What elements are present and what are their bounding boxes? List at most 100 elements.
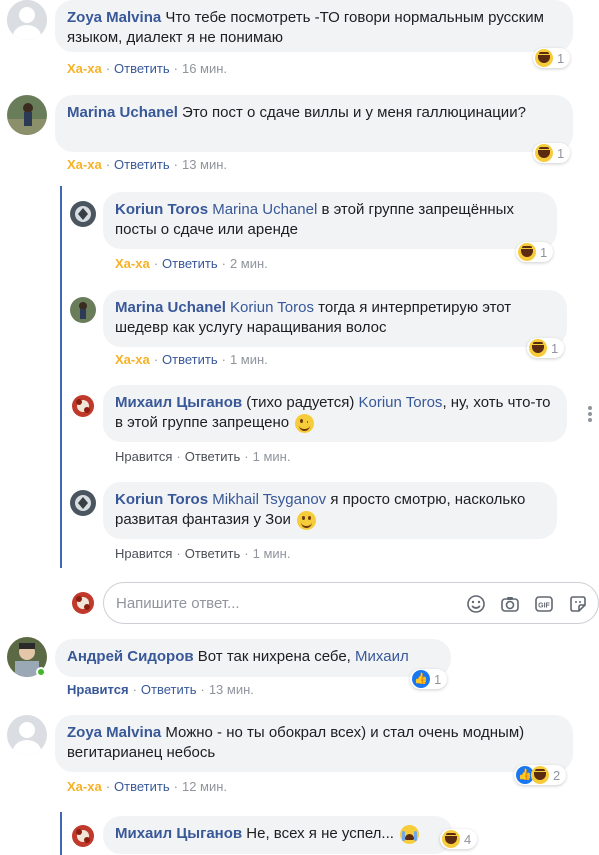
reply-link[interactable]: Ответить bbox=[162, 352, 218, 367]
comment-actions: Нравится · Ответить · 1 мин. bbox=[115, 546, 291, 561]
like-link[interactable]: Нравится bbox=[67, 682, 129, 697]
comment-bubble: Koriun Toros Mikhail Tsyganov я просто с… bbox=[103, 482, 557, 539]
comment-actions: Ха-ха · Ответить · 16 мин. bbox=[67, 61, 228, 76]
reply-link[interactable]: Ответить bbox=[185, 546, 241, 561]
comment-author[interactable]: Zoya Malvina bbox=[67, 9, 161, 26]
more-options-icon[interactable] bbox=[585, 405, 595, 423]
comment-author[interactable]: Михаил Цыганов bbox=[115, 825, 242, 842]
reaction-summary[interactable]: 1 bbox=[516, 242, 554, 262]
comment-author[interactable]: Zoya Malvina bbox=[67, 724, 161, 741]
reaction-count: 1 bbox=[551, 340, 559, 356]
comment-author[interactable]: Михаил Цыганов bbox=[115, 394, 242, 411]
avatar[interactable] bbox=[7, 715, 47, 755]
comment-text-prefix: (тихо радуется) bbox=[246, 394, 355, 411]
gif-icon[interactable]: GIF bbox=[534, 594, 554, 614]
comment-actions: Ха-ха · Ответить · 13 мин. bbox=[67, 157, 228, 172]
reply-box: GIF bbox=[103, 582, 599, 624]
avatar[interactable] bbox=[70, 393, 96, 419]
comment-author[interactable]: Koriun Toros bbox=[115, 491, 208, 508]
haha-reaction-link[interactable]: Ха-ха bbox=[67, 157, 102, 172]
reaction-summary[interactable]: 👍 2 bbox=[514, 765, 567, 785]
reaction-count: 1 bbox=[434, 671, 442, 687]
haha-icon bbox=[531, 766, 549, 784]
comment-bubble: Zoya Malvina Можно - но ты обокрал всех)… bbox=[55, 715, 573, 772]
mention-link[interactable]: Marina Uchanel bbox=[212, 201, 317, 218]
comment-author[interactable]: Андрей Сидоров bbox=[67, 648, 194, 665]
comment-actions: Нравится · Ответить · 13 мин. bbox=[67, 682, 254, 697]
reply-link[interactable]: Ответить bbox=[162, 256, 218, 271]
comment-actions: Ха-ха · Ответить · 1 мин. bbox=[115, 352, 268, 367]
thread-line bbox=[60, 186, 62, 568]
reply-link[interactable]: Ответить bbox=[114, 157, 170, 172]
reaction-summary[interactable]: 👍 1 bbox=[410, 669, 448, 689]
comment-time[interactable]: 13 мин. bbox=[209, 682, 254, 697]
reaction-count: 2 bbox=[553, 767, 561, 783]
haha-reaction-link[interactable]: Ха-ха bbox=[115, 352, 150, 367]
avatar[interactable] bbox=[70, 297, 96, 323]
comment-bubble: Marina Uchanel Koriun Toros тогда я инте… bbox=[103, 290, 567, 347]
comment-actions: Нравится · Ответить · 1 мин. bbox=[115, 449, 291, 464]
like-link[interactable]: Нравится bbox=[115, 546, 172, 561]
like-link[interactable]: Нравится bbox=[115, 449, 172, 464]
reaction-count: 1 bbox=[557, 50, 565, 66]
haha-icon bbox=[535, 49, 553, 67]
comment-author[interactable]: Marina Uchanel bbox=[67, 104, 178, 121]
mention-link[interactable]: Koriun Toros bbox=[230, 299, 314, 316]
wink-emoji-icon bbox=[295, 413, 315, 433]
reply-link[interactable]: Ответить bbox=[114, 61, 170, 76]
reaction-count: 1 bbox=[540, 244, 548, 260]
thread-line bbox=[60, 812, 62, 855]
comment-bubble: Андрей Сидоров Вот так нихрена себе, Мих… bbox=[55, 639, 451, 677]
comment-actions: Ха-ха · Ответить · 12 мин. bbox=[67, 779, 228, 794]
comment-author[interactable]: Koriun Toros bbox=[115, 201, 208, 218]
crying-emoji-icon bbox=[400, 824, 420, 844]
avatar[interactable] bbox=[7, 95, 47, 135]
comment-bubble: Михаил Цыганов (тихо радуется) Koriun To… bbox=[103, 385, 567, 442]
reply-input[interactable] bbox=[116, 593, 436, 613]
haha-reaction-link[interactable]: Ха-ха bbox=[67, 779, 102, 794]
camera-icon[interactable] bbox=[500, 594, 520, 614]
reaction-count: 4 bbox=[464, 831, 472, 847]
reply-link[interactable]: Ответить bbox=[141, 682, 197, 697]
comment-time[interactable]: 1 мин. bbox=[253, 449, 291, 464]
like-icon: 👍 bbox=[412, 670, 430, 688]
comment-time[interactable]: 12 мин. bbox=[182, 779, 227, 794]
mention-link[interactable]: Mikhail Tsyganov bbox=[212, 491, 326, 508]
smile-emoji-icon bbox=[297, 510, 317, 530]
comment-time[interactable]: 16 мин. bbox=[182, 61, 227, 76]
mention-link[interactable]: Михаил bbox=[355, 648, 409, 665]
mention-link[interactable]: Koriun Toros bbox=[359, 394, 443, 411]
online-status-icon bbox=[36, 667, 46, 677]
avatar[interactable] bbox=[70, 823, 96, 849]
haha-reaction-link[interactable]: Ха-ха bbox=[67, 61, 102, 76]
smiley-icon[interactable] bbox=[466, 594, 486, 614]
reaction-summary[interactable]: 1 bbox=[527, 338, 565, 358]
comment-time[interactable]: 1 мин. bbox=[230, 352, 268, 367]
comment-bubble: Михаил Цыганов Не, всех я не успел... bbox=[103, 816, 453, 854]
comment-text: Это пост о сдаче виллы и у меня галлюцин… bbox=[182, 104, 526, 121]
reply-link[interactable]: Ответить bbox=[185, 449, 241, 464]
comment-time[interactable]: 1 мин. bbox=[253, 546, 291, 561]
avatar[interactable] bbox=[70, 490, 96, 516]
haha-icon bbox=[442, 830, 460, 848]
sticker-icon[interactable] bbox=[568, 594, 588, 614]
comment-bubble: Zoya Malvina Что тебе посмотреть -ТО гов… bbox=[55, 0, 573, 52]
comment-text: Не, всех я не успел... bbox=[246, 825, 394, 842]
reaction-summary[interactable]: 4 bbox=[440, 829, 478, 849]
comment-time[interactable]: 2 мин. bbox=[230, 256, 268, 271]
haha-icon bbox=[518, 243, 536, 261]
svg-text:GIF: GIF bbox=[538, 603, 550, 610]
haha-icon bbox=[529, 339, 547, 357]
comment-bubble: Koriun Toros Marina Uchanel в этой групп… bbox=[103, 192, 557, 249]
current-user-avatar bbox=[70, 590, 96, 616]
comment-author[interactable]: Marina Uchanel bbox=[115, 299, 226, 316]
reaction-summary[interactable]: 1 bbox=[533, 48, 571, 68]
comment-time[interactable]: 13 мин. bbox=[182, 157, 227, 172]
haha-reaction-link[interactable]: Ха-ха bbox=[115, 256, 150, 271]
reaction-summary[interactable]: 1 bbox=[533, 143, 571, 163]
comment-actions: Ха-ха · Ответить · 2 мин. bbox=[115, 256, 268, 271]
avatar[interactable] bbox=[70, 201, 96, 227]
reaction-count: 1 bbox=[557, 145, 565, 161]
avatar[interactable] bbox=[7, 0, 47, 40]
reply-link[interactable]: Ответить bbox=[114, 779, 170, 794]
